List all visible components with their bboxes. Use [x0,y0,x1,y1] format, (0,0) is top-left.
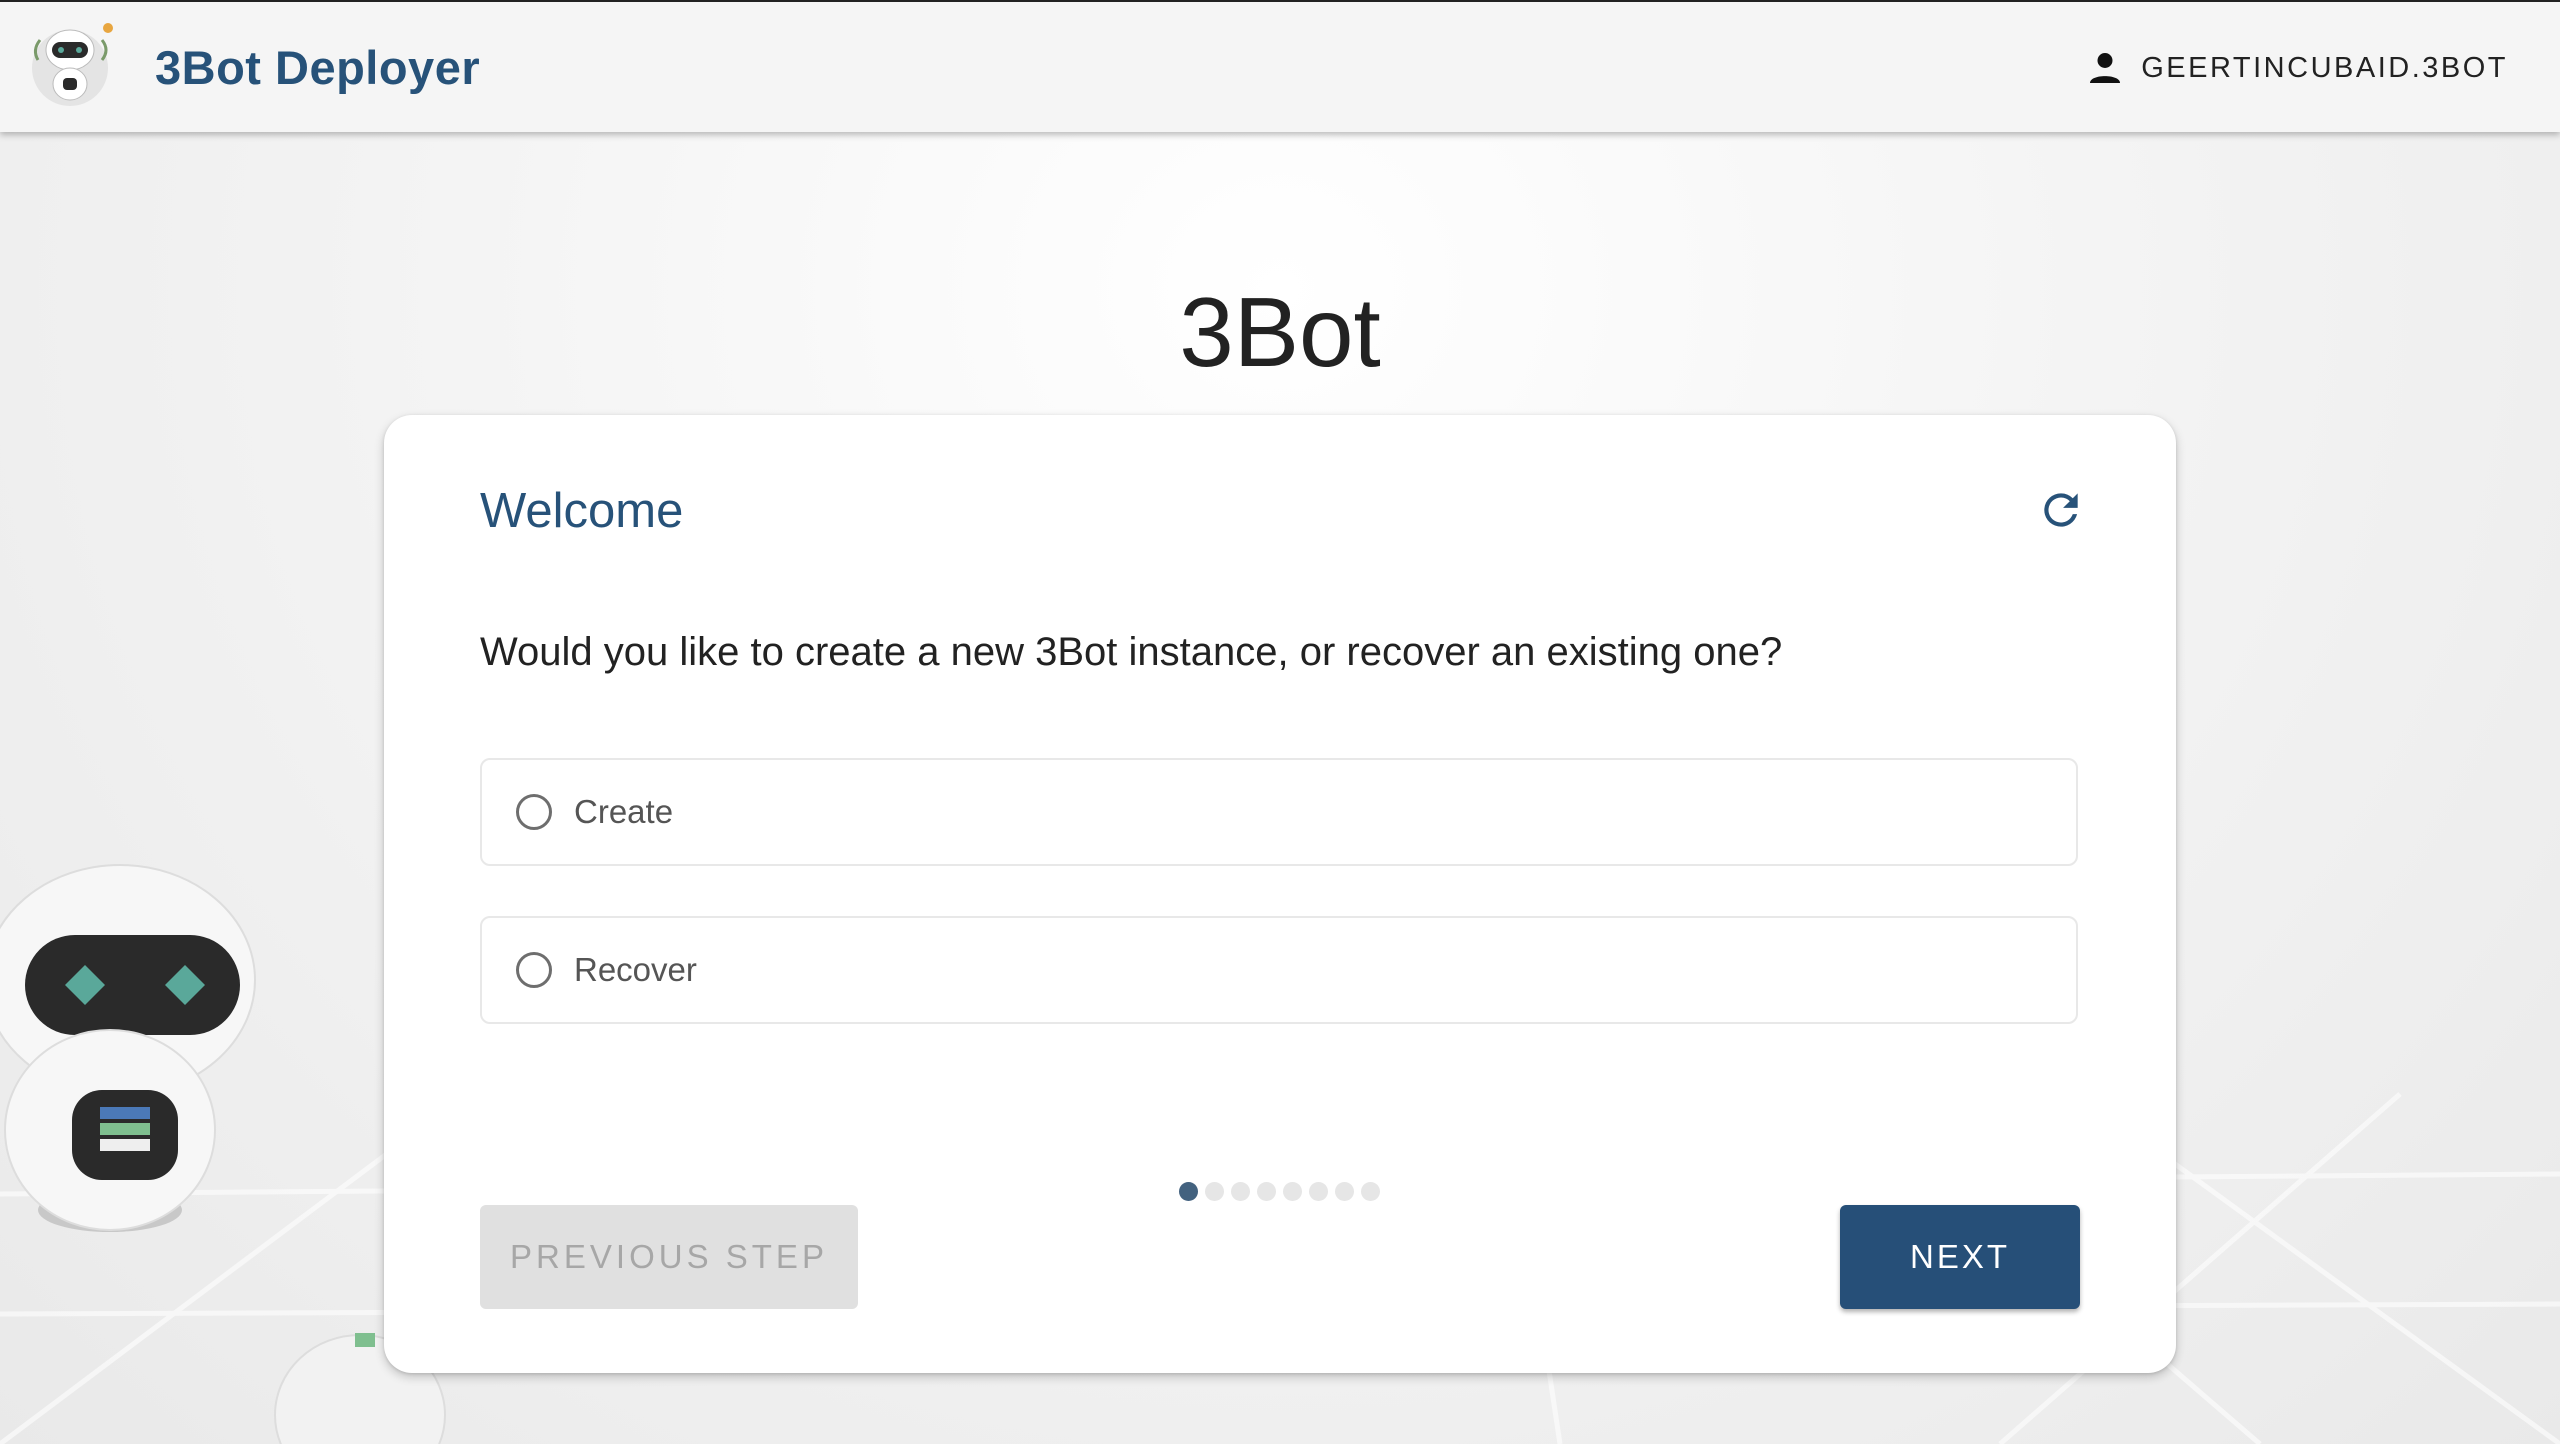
username: GEERTINCUBAID.3BOT [2141,51,2508,84]
step-dot [1361,1182,1380,1201]
top-app-bar: 3Bot Deployer GEERTINCUBAID.3BOT [0,0,2560,132]
next-button[interactable]: NEXT [1840,1205,2080,1309]
step-dot [1231,1182,1250,1201]
step-dot [1205,1182,1224,1201]
radio-recover[interactable] [516,952,552,988]
radio-create[interactable] [516,794,552,830]
app-title[interactable]: 3Bot Deployer [155,40,480,95]
page-title: 3Bot [1179,276,1381,387]
deploy-wizard-card: Welcome Would you like to create a new 3… [384,415,2176,1373]
step-title: Welcome [480,484,684,538]
step-dot [1257,1182,1276,1201]
step-dot [1309,1182,1328,1201]
option-create-label: Create [574,793,674,830]
step-dot [1335,1182,1354,1201]
robot-illustration [0,864,446,1444]
step-dot [1283,1182,1302,1201]
robot-logo-icon[interactable] [28,20,118,110]
question-text: Would you like to create a new 3Bot inst… [480,630,1783,674]
option-recover[interactable]: Recover [480,916,2078,1024]
step-indicator [1179,1182,1380,1201]
step-dot [1179,1182,1198,1201]
person-icon [2090,53,2121,83]
user-account-button[interactable]: GEERTINCUBAID.3BOT [2085,46,2508,90]
option-recover-label: Recover [574,951,697,988]
previous-step-button[interactable]: PREVIOUS STEP [480,1205,858,1309]
refresh-icon[interactable] [2036,485,2086,535]
option-create[interactable]: Create [480,758,2078,866]
